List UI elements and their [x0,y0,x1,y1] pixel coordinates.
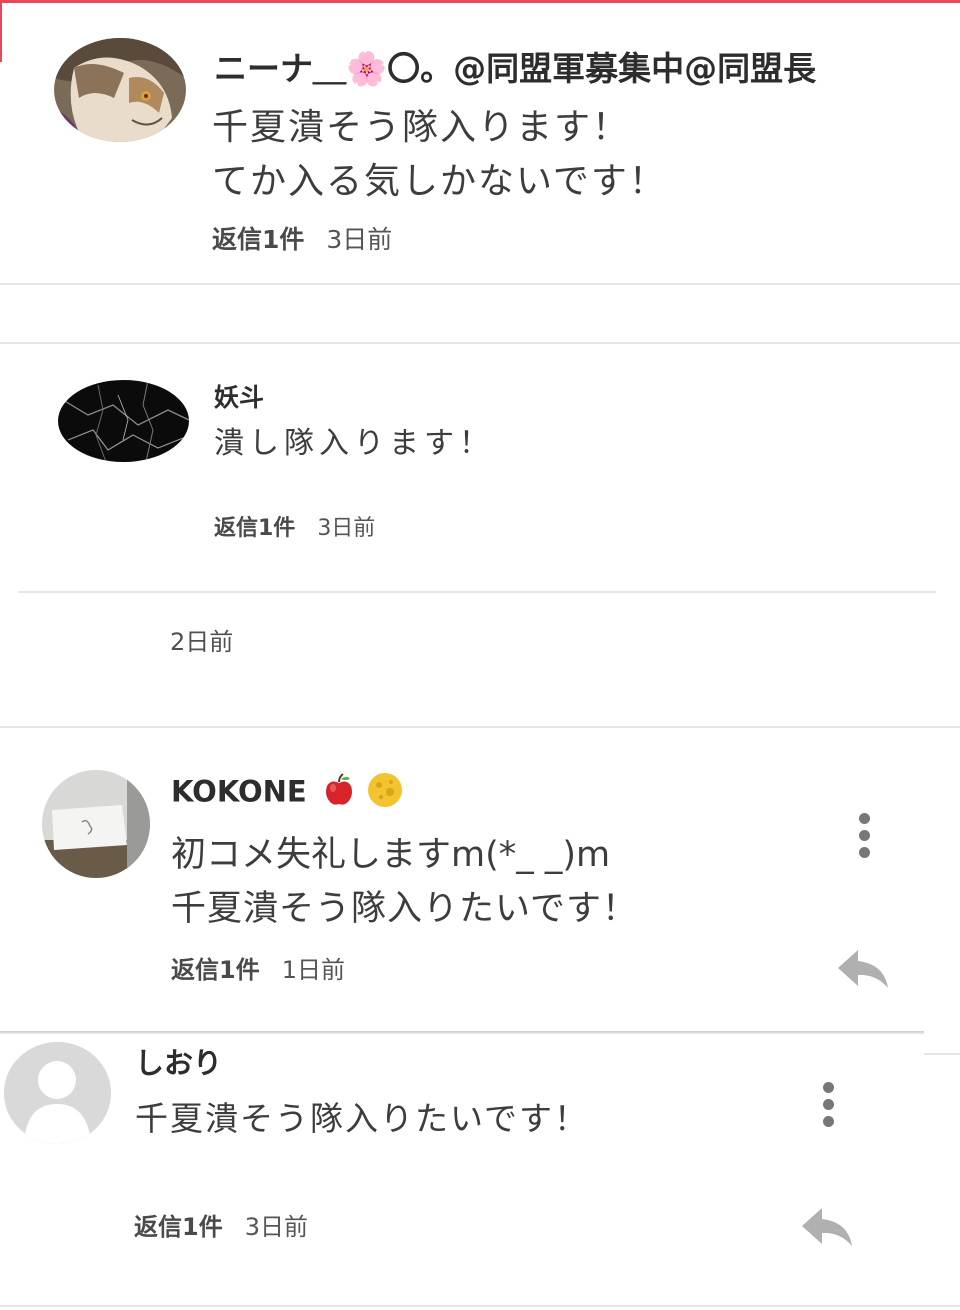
username[interactable]: しおり [135,1040,222,1082]
comment-text-line: 千夏潰そう隊入ります！ [212,107,631,148]
comment-meta: 返信1件 3日前 [214,510,375,542]
comment-meta: 返信1件 3日前 [212,220,392,256]
comment-text-line: 潰し隊入ります！ [214,426,494,461]
kebab-menu-icon[interactable] [813,1082,843,1132]
comment-text-line: 千夏潰そう隊入りたいです！ [135,1099,590,1138]
reply-count-link[interactable]: 返信1件 [212,225,304,254]
divider [18,591,936,593]
divider [0,283,960,285]
divider [0,342,960,344]
username[interactable]: KOKONE [171,772,403,815]
divider [0,1305,960,1307]
comment-text-line: てか入る気しかないです！ [212,161,667,202]
timestamp: 3日前 [326,225,393,254]
user-avatar[interactable] [42,770,150,878]
username[interactable]: ニーナ＿🌸〇。@同盟軍募集中@同盟長 [214,42,816,90]
comment-meta: 返信1件 3日前 [134,1207,308,1242]
user-avatar[interactable] [54,38,186,142]
comment-text-line: 千夏潰そう隊入りたいです！ [171,889,638,929]
user-avatar[interactable] [58,380,189,462]
timestamp: 2日前 [170,628,234,656]
card-bottom-shadow [0,1031,924,1034]
top-accent-line [0,0,960,3]
reply-count-link[interactable]: 返信1件 [171,956,260,984]
comment-meta: 返信1件 1日前 [171,950,345,985]
left-accent-line [0,0,2,62]
apple-icon [323,773,355,814]
reply-count-link[interactable]: 返信1件 [134,1213,223,1241]
divider [0,726,960,728]
kebab-menu-icon[interactable] [849,813,879,863]
username[interactable]: 妖斗 [214,378,264,414]
username-text: KOKONE [171,774,307,809]
reply-arrow-icon[interactable] [800,1206,856,1248]
divider [924,1053,960,1055]
comment-text-line: 初コメ失礼しますm(*_ _)m [171,835,611,875]
timestamp: 1日前 [281,956,345,984]
reply-arrow-icon[interactable] [836,948,892,990]
reply-count-link[interactable]: 返信1件 [214,516,295,541]
timestamp: 3日前 [244,1213,308,1241]
timestamp: 3日前 [317,516,376,541]
moon-icon [367,772,403,815]
default-user-avatar[interactable] [4,1042,111,1144]
